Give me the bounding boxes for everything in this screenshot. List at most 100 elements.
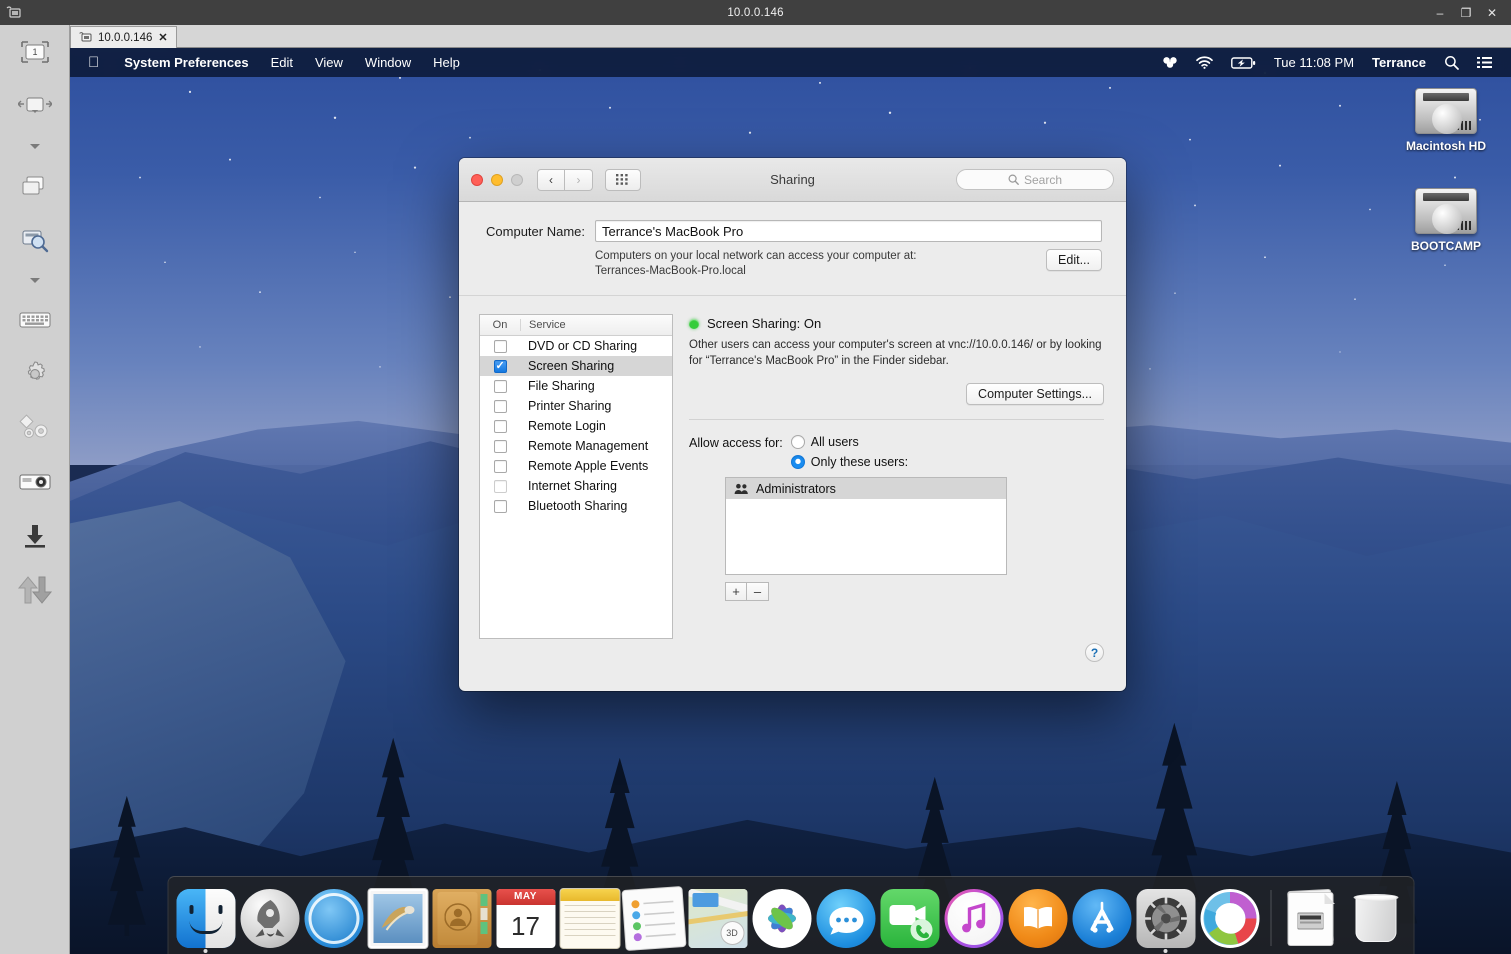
table-row[interactable]: Remote Login [480, 416, 672, 436]
table-row[interactable]: DVD or CD Sharing [480, 336, 672, 356]
sp-main: On Service DVD or CD Sharing Screen Shar… [459, 296, 1126, 639]
table-row[interactable]: Remote Management [480, 436, 672, 456]
service-checkbox[interactable] [493, 339, 507, 353]
menubar-user[interactable]: Terrance [1363, 55, 1435, 70]
dock-item-photos[interactable] [752, 889, 811, 948]
dock-item-maps[interactable]: 3D [688, 889, 747, 948]
table-row[interactable]: Screen Sharing [480, 356, 672, 377]
apple-menu-icon[interactable]:  [70, 55, 113, 70]
dock-item-trash[interactable] [1346, 889, 1405, 948]
screen-number-icon[interactable]: 1 [0, 25, 70, 79]
forward-button[interactable]: › [565, 168, 593, 191]
show-all-grid-icon[interactable] [605, 168, 641, 191]
dock-item-app-store[interactable] [1072, 889, 1131, 948]
dock-item-downloads-stack[interactable] [1282, 889, 1341, 948]
minimize-button[interactable]: – [1427, 0, 1453, 25]
fullscreen-icon[interactable] [0, 79, 70, 133]
list-item[interactable]: Administrators [726, 478, 1006, 500]
dock-item-ibooks[interactable] [1008, 889, 1067, 948]
service-checkbox[interactable] [493, 499, 507, 513]
desktop-icon-macintosh-hd[interactable]: Macintosh HD [1397, 88, 1495, 153]
services-table-header: On Service [480, 315, 672, 337]
remove-user-button[interactable]: – [747, 582, 769, 602]
dock-item-itunes[interactable] [944, 889, 1003, 948]
system-preferences-window[interactable]: ‹ › Sharing Search Computer Name: Terran… [459, 158, 1126, 691]
table-row[interactable]: Internet Sharing [480, 476, 672, 496]
wifi-icon[interactable] [1187, 56, 1222, 69]
search-input[interactable]: Search [956, 169, 1114, 190]
table-row[interactable]: Remote Apple Events [480, 456, 672, 476]
close-button[interactable]: ✕ [1479, 0, 1505, 25]
transfer-icon[interactable] [0, 563, 70, 617]
radio-all-users[interactable]: All users [790, 435, 908, 450]
help-button[interactable]: ? [1085, 643, 1104, 662]
table-row[interactable]: Printer Sharing [480, 396, 672, 416]
menu-system-preferences[interactable]: System Preferences [113, 55, 259, 70]
menu-view[interactable]: View [304, 55, 354, 70]
tab-close-icon[interactable]: ✕ [158, 31, 167, 44]
computer-name-input[interactable]: Terrance's MacBook Pro [595, 220, 1102, 242]
keyboard-icon[interactable] [0, 293, 70, 347]
table-row[interactable]: File Sharing [480, 376, 672, 396]
caret-down-icon-2[interactable] [0, 267, 70, 293]
caret-down-icon[interactable] [0, 133, 70, 159]
options-gears-icon[interactable] [0, 401, 70, 455]
menu-edit[interactable]: Edit [260, 55, 304, 70]
windows-icon[interactable] [0, 159, 70, 213]
dock-item-launchpad[interactable] [240, 889, 299, 948]
dock-item-contacts[interactable] [432, 889, 491, 948]
service-checkbox[interactable] [493, 379, 507, 393]
dock-item-reminders[interactable] [622, 887, 685, 950]
dock-item-system-preferences[interactable] [1136, 889, 1195, 953]
remote-screen[interactable]:  System Preferences Edit View Window He… [70, 48, 1511, 954]
service-checkbox[interactable] [493, 479, 507, 493]
running-indicator [203, 949, 208, 953]
back-button[interactable]: ‹ [537, 168, 565, 191]
service-label: Remote Management [528, 439, 649, 454]
battery-charging-icon[interactable] [1222, 56, 1265, 69]
desktop-icon-bootcamp[interactable]: BOOTCAMP [1397, 188, 1495, 253]
service-checkbox[interactable] [493, 359, 507, 373]
spotlight-search-icon[interactable] [1435, 55, 1468, 70]
dock-item-calendar[interactable]: MAY 17 [496, 889, 555, 948]
radio-button[interactable] [790, 435, 805, 450]
dock-item-photo-booth[interactable] [1200, 889, 1259, 948]
edit-button[interactable]: Edit... [1046, 249, 1102, 271]
zoom-button[interactable] [511, 173, 523, 186]
menu-help[interactable]: Help [422, 55, 471, 70]
dock-item-safari[interactable] [304, 889, 363, 948]
radio-label: Only these users: [810, 455, 909, 470]
zoom-search-icon[interactable] [0, 213, 70, 267]
add-user-button[interactable]: + [725, 582, 747, 602]
maximize-button[interactable]: ❐ [1453, 0, 1479, 25]
menubar-clock[interactable]: Tue 11:08 PM [1265, 55, 1363, 70]
dropbox-icon[interactable] [1153, 56, 1187, 70]
mac-menubar[interactable]:  System Preferences Edit View Window He… [70, 48, 1511, 77]
radio-only-these-users[interactable]: Only these users: [790, 455, 909, 470]
download-icon[interactable] [0, 509, 70, 563]
services-table[interactable]: On Service DVD or CD Sharing Screen Shar… [479, 314, 673, 639]
service-checkbox[interactable] [493, 419, 507, 433]
gear-icon[interactable] [0, 347, 70, 401]
computer-name-label: Computer Name: [486, 223, 585, 239]
close-button[interactable] [471, 173, 483, 186]
dock-item-facetime[interactable] [880, 889, 939, 948]
minimize-button[interactable] [491, 173, 503, 186]
dock-item-mail[interactable] [368, 889, 427, 948]
user-list[interactable]: Administrators [725, 477, 1007, 576]
service-checkbox[interactable] [493, 459, 507, 473]
dock-item-notes[interactable] [560, 889, 619, 948]
menu-window[interactable]: Window [354, 55, 422, 70]
dock-item-finder[interactable] [176, 889, 235, 953]
dock-item-messages[interactable] [816, 889, 875, 948]
radio-button[interactable] [790, 455, 805, 470]
computer-settings-button[interactable]: Computer Settings... [966, 383, 1104, 406]
dock[interactable]: MAY 17 3D [167, 876, 1414, 954]
tab-10-0-0-146[interactable]: 10.0.0.146 ✕ [70, 26, 177, 48]
service-checkbox[interactable] [493, 399, 507, 413]
notification-center-icon[interactable] [1468, 56, 1501, 69]
service-checkbox[interactable] [493, 439, 507, 453]
table-row[interactable]: Bluetooth Sharing [480, 496, 672, 516]
camera-icon[interactable] [0, 455, 70, 509]
status-row: Screen Sharing: On [689, 316, 1104, 331]
